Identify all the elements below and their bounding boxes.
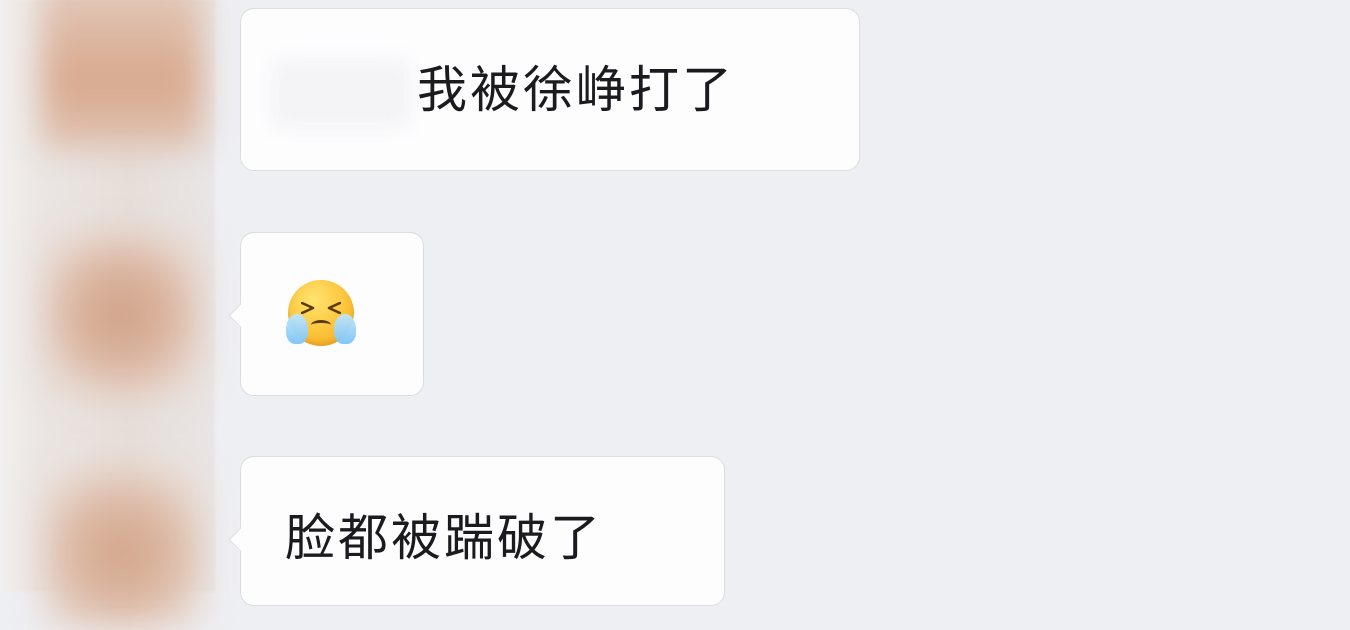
tear-icon [286, 314, 308, 344]
squint-eye-icon [301, 302, 315, 314]
mouth-icon [311, 320, 331, 330]
avatar[interactable] [42, 460, 202, 630]
message-text: 我被徐峥打了 [417, 61, 735, 119]
message-bubble[interactable]: 我被徐峥打了 [240, 8, 860, 171]
contact-avatar-column [0, 0, 215, 630]
squint-eye-icon [327, 302, 341, 314]
bubble-tail [228, 527, 253, 552]
message-text: 脸都被踹破了 [285, 509, 603, 567]
redacted-area [271, 59, 411, 129]
message-bubble[interactable]: 脸都被踹破了 [228, 456, 725, 606]
avatar[interactable] [42, 0, 202, 150]
tear-icon [334, 314, 356, 344]
message-bubble[interactable] [228, 232, 424, 396]
crying-face-icon [286, 280, 356, 346]
avatar[interactable] [42, 230, 202, 400]
bubble-tail [228, 303, 253, 328]
